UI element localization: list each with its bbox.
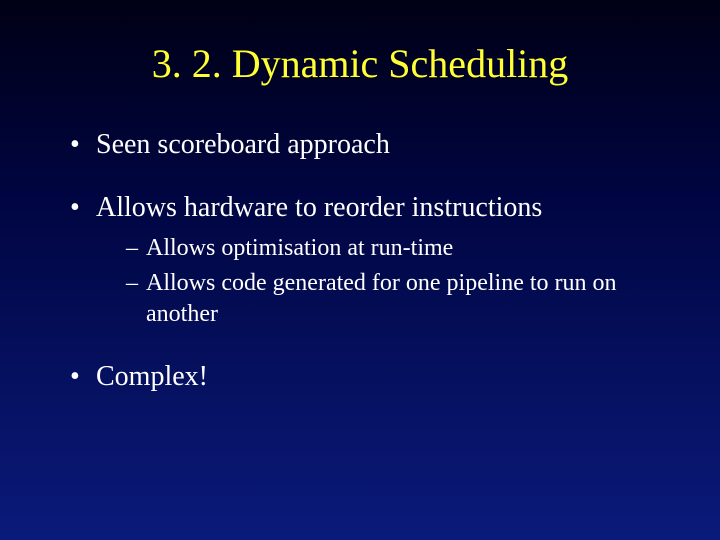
sub-bullet-item: Allows optimisation at run-time [126,233,680,264]
sub-bullet-text: Allows code generated for one pipeline t… [146,270,617,327]
sub-bullet-item: Allows code generated for one pipeline t… [126,268,680,330]
sub-bullet-text: Allows optimisation at run-time [146,235,453,261]
sub-bullet-list: Allows optimisation at run-time Allows c… [126,233,680,331]
bullet-item: Allows hardware to reorder instructions … [70,190,680,331]
bullet-text: Complex! [96,361,208,392]
slide: 3. 2. Dynamic Scheduling Seen scoreboard… [0,0,720,540]
bullet-item: Seen scoreboard approach [70,127,680,162]
bullet-text: Allows hardware to reorder instructions [96,192,542,223]
bullet-text: Seen scoreboard approach [96,129,390,160]
bullet-item: Complex! [70,359,680,394]
bullet-list: Seen scoreboard approach Allows hardware… [70,127,680,394]
slide-title: 3. 2. Dynamic Scheduling [40,40,680,87]
